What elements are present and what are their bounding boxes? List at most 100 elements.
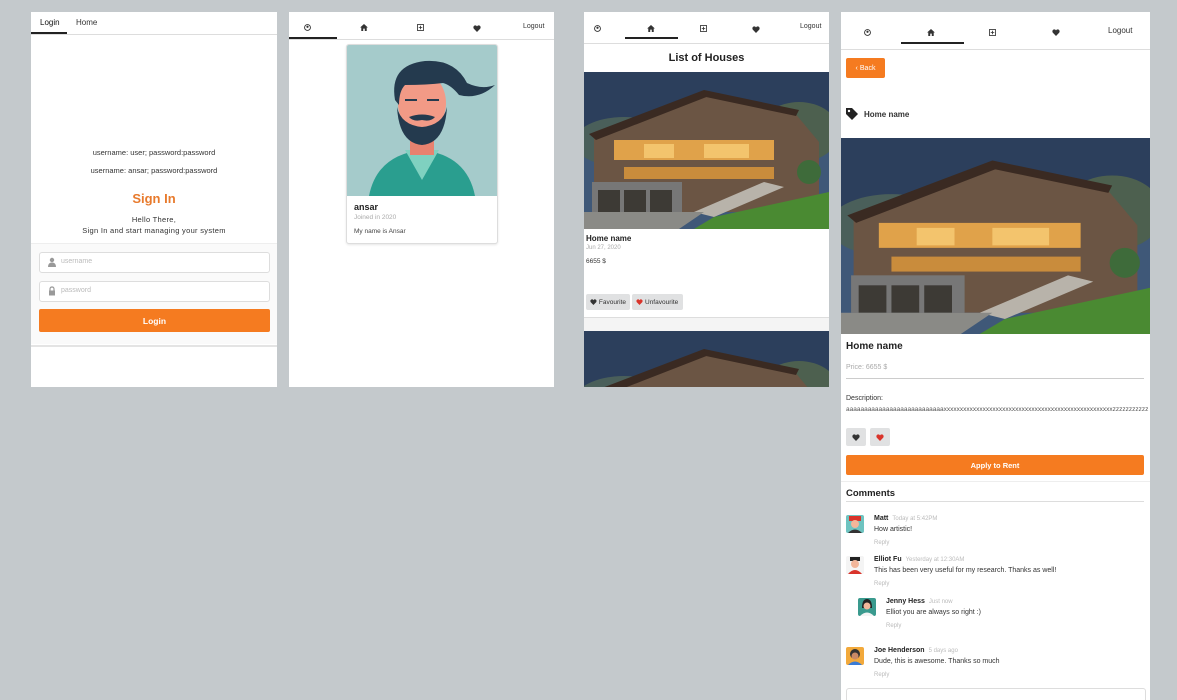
heart-icon — [590, 299, 597, 305]
credential-hint-ansar: username: ansar; password:password — [90, 166, 218, 175]
favourite-label: Favourite — [598, 298, 626, 306]
comment-reply: Jenny Hess Just now Elliot you are always… — [858, 598, 1146, 630]
favourite-button[interactable]: Favourite — [586, 294, 630, 310]
house-list-panel: Logout List of Houses Home name Jun 27, … — [584, 12, 829, 387]
reply-textarea[interactable] — [846, 688, 1146, 700]
user-circle-icon[interactable] — [864, 29, 871, 36]
apply-to-rent-button[interactable]: Apply to Rent — [846, 455, 1144, 475]
house-image — [841, 138, 1150, 334]
heart-icon[interactable] — [1052, 29, 1060, 36]
lock-icon — [49, 286, 55, 296]
add-square-icon[interactable] — [417, 24, 424, 31]
avatar — [347, 45, 497, 196]
comments-heading: Comments — [846, 488, 896, 499]
login-tabs: Login Home — [31, 12, 277, 35]
profile-bio: My name is Ansar — [354, 228, 406, 235]
comment: Elliot Fu Yesterday at 12:30AM This has b… — [846, 556, 1146, 588]
unfavourite-label: Unfavourite — [645, 298, 679, 306]
heart-icon[interactable] — [752, 26, 760, 33]
comment-text: Elliot you are always so right :) — [886, 609, 981, 616]
login-panel: Login Home username: user; password:pass… — [31, 12, 277, 387]
tab-login[interactable]: Login — [40, 18, 60, 27]
add-square-icon[interactable] — [989, 29, 996, 36]
house-name: Home name — [586, 234, 632, 243]
add-square-icon[interactable] — [700, 25, 707, 32]
comment-text: This has been very useful for my researc… — [874, 567, 1057, 574]
top-nav: Logout — [584, 12, 829, 44]
reply-link[interactable]: Reply — [874, 581, 889, 587]
logout-link[interactable]: Logout — [1108, 26, 1132, 35]
reply-link[interactable]: Reply — [874, 540, 889, 546]
page-title: List of Houses — [668, 52, 745, 64]
username-placeholder: username — [61, 258, 93, 265]
favourite-button[interactable] — [846, 428, 866, 446]
comment-text: Dude, this is awesome. Thanks so much — [874, 658, 1000, 665]
divider — [841, 481, 1150, 482]
comment-time: Today at 5:42PM — [892, 516, 938, 522]
tag-icon — [846, 108, 858, 120]
user-circle-icon[interactable] — [594, 25, 601, 32]
description-label: Description: — [846, 395, 883, 402]
home-icon[interactable] — [927, 29, 935, 36]
back-button[interactable]: ‹ Back — [846, 58, 885, 78]
user-circle-icon[interactable] — [304, 24, 311, 31]
greeting-text: Hello There, — [131, 215, 177, 224]
logout-link[interactable]: Logout — [800, 23, 821, 30]
active-nav-indicator — [289, 37, 337, 39]
comment-time: Yesterday at 12:30AM — [905, 557, 965, 563]
password-field[interactable]: password — [39, 281, 270, 302]
credential-hint-user: username: user; password:password — [92, 148, 216, 157]
man-with-beard-illustration — [369, 60, 495, 196]
home-icon[interactable] — [360, 24, 368, 31]
password-placeholder: password — [61, 287, 91, 294]
logout-link[interactable]: Logout — [523, 23, 544, 30]
active-tab-indicator — [31, 32, 67, 34]
heart-icon — [876, 433, 884, 441]
avatar — [846, 556, 864, 574]
tag-title: Home name — [864, 109, 910, 119]
house-detail-panel: Logout ‹ Back Home name Home name Price:… — [841, 12, 1150, 700]
comment-author[interactable]: Elliot Fu Yesterday at 12:30AM — [874, 556, 964, 563]
comment: Joe Henderson 5 days ago Dude, this is aw… — [846, 647, 1146, 679]
list-gap — [584, 318, 829, 331]
divider — [31, 345, 277, 347]
profile-card: ansar Joined in 2020 My name is Ansar — [346, 44, 498, 244]
unfavourite-button[interactable] — [870, 428, 890, 446]
profile-joined: Joined in 2020 — [354, 214, 397, 221]
comment-author[interactable]: Joe Henderson 5 days ago — [874, 647, 958, 654]
reply-link[interactable]: Reply — [886, 623, 901, 629]
home-icon[interactable] — [647, 25, 655, 32]
comment-time: Just now — [928, 599, 953, 605]
profile-panel: Logout ansar Joined in 2020 My name is A… — [289, 12, 554, 387]
top-nav: Logout — [289, 12, 554, 40]
house-name: Home name — [846, 341, 903, 352]
price-field: Price: 6655 $ — [846, 364, 888, 371]
house-image[interactable] — [584, 331, 829, 387]
heart-icon[interactable] — [473, 25, 481, 32]
user-icon — [48, 257, 56, 267]
comment-text: How artistic! — [874, 526, 913, 533]
active-nav-indicator — [901, 42, 964, 44]
tab-home[interactable]: Home — [76, 18, 97, 27]
comment: Matt Today at 5:42PM How artistic! Reply — [846, 515, 1146, 547]
back-label: Back — [859, 64, 876, 72]
comment-author[interactable]: Jenny Hess Just now — [886, 598, 953, 605]
comment-author[interactable]: Matt Today at 5:42PM — [874, 515, 937, 522]
description-text: aaaaaaaaaaaaaaaaaaaaaaaaaaaxxxxxxxxxxxxx… — [846, 406, 1149, 413]
divider — [846, 501, 1144, 502]
login-button[interactable]: Login — [39, 309, 270, 332]
house-tag: Home name — [846, 108, 909, 120]
house-image[interactable] — [584, 72, 829, 229]
unfavourite-button[interactable]: Unfavourite — [632, 294, 683, 310]
reply-link[interactable]: Reply — [874, 672, 889, 678]
username-field[interactable]: username — [39, 252, 270, 273]
avatar — [846, 647, 864, 665]
signin-subtitle: Sign In and start managing your system — [82, 226, 226, 235]
signin-title: Sign In — [132, 191, 176, 206]
chevron-left-icon: ‹ — [855, 64, 858, 72]
profile-name: ansar — [354, 202, 379, 212]
comment-time: 5 days ago — [928, 648, 958, 654]
heart-icon — [636, 299, 643, 305]
divider — [846, 378, 1144, 379]
heart-icon — [852, 433, 860, 441]
